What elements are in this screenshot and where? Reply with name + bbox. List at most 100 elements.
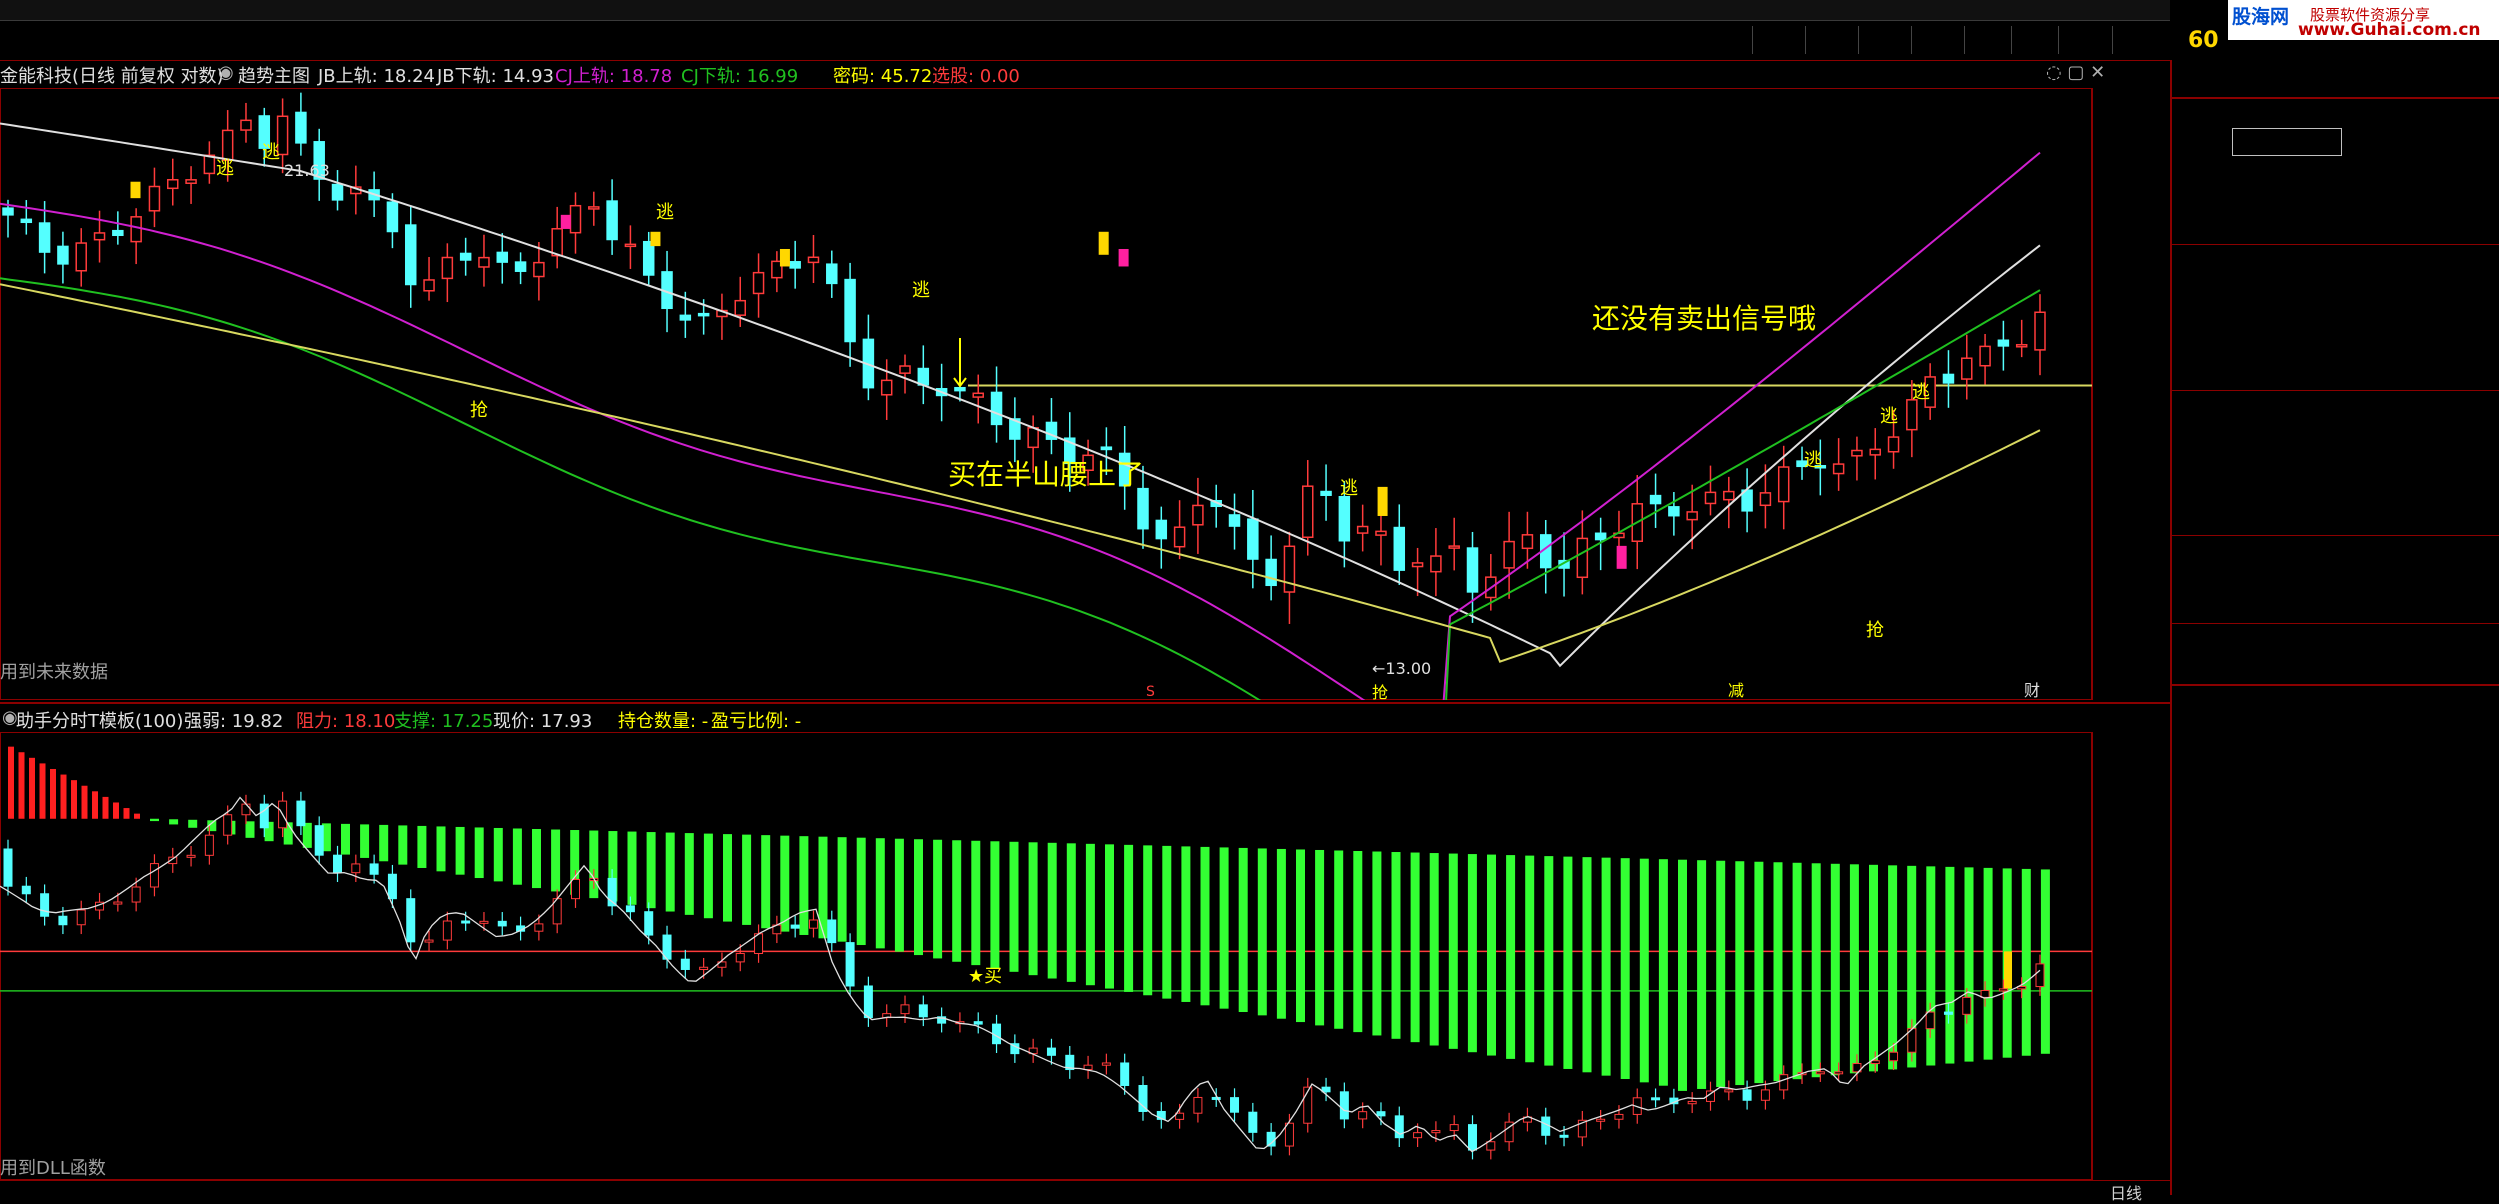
grab-label: 抢 [470,400,488,421]
candle-body [496,251,509,263]
toolbar-button[interactable] [1752,26,1765,54]
pick-value: 选股: 0.00 [932,66,1020,87]
toolbar-button[interactable] [1911,26,1924,54]
sub-candle-body [973,1021,983,1025]
candle-body [1155,519,1168,540]
candle-body [1832,463,1845,475]
candle-body [185,179,197,184]
signal-candle [560,214,571,229]
sub-candle-body [461,920,471,924]
green-histogram-bar [245,821,255,838]
tick-row [2180,1144,2499,1173]
jb-up: JB上轨: 18.24 [318,66,435,87]
candle-body [1173,526,1186,548]
green-histogram-bar [2040,869,2050,1054]
candle-body [972,392,984,398]
settings-icon[interactable]: ◉ [218,62,234,83]
candle-body [1265,558,1277,587]
green-histogram-bar [1811,863,1821,1078]
position-value: 持仓数量: - [618,711,709,732]
green-histogram-bar [341,823,350,855]
candle-body [1448,545,1460,549]
green-histogram-bar [1009,841,1019,972]
green-histogram-bar [1678,859,1687,1091]
sub-candle-body [1083,1064,1093,1071]
green-histogram-bar [1506,855,1516,1059]
candle-body [1320,490,1332,496]
green-histogram-bar [1219,847,1229,1009]
sub-candle-body [1193,1096,1203,1114]
red-histogram-bar [81,785,88,819]
toolbar-button[interactable] [2058,26,2071,54]
signal-candle [1377,486,1388,516]
toolbar-button[interactable] [1964,26,1977,54]
candle-body [588,206,600,210]
sub-candle-body [1230,1097,1240,1113]
candle-body [221,129,234,162]
sub-indicator-title[interactable]: 助手分时T模板(100) [16,707,183,733]
sub-candle-body [1596,1118,1606,1122]
candle-body [459,252,472,261]
green-histogram-bar [1467,854,1477,1053]
toolbar-button[interactable] [2011,26,2024,54]
green-histogram-bar [1620,858,1630,1080]
green-histogram-bar [551,829,561,892]
candle-body [423,279,435,292]
candle-body [1228,514,1241,527]
green-histogram-bar [856,837,866,946]
sub-candle-body [387,873,397,900]
green-histogram-bar [1429,853,1439,1046]
toolbar-button[interactable] [1858,26,1871,54]
candle-body [441,256,454,280]
candle-body [148,185,161,212]
signal-candle [1098,231,1109,255]
toolbar-button[interactable] [2112,26,2125,54]
green-histogram-bar [1697,860,1707,1089]
green-histogram-bar [150,818,159,822]
escape-label: 逃 [1340,478,1358,499]
green-histogram-bar [1658,859,1668,1086]
jb-down: JB下轨: 14.93 [437,66,554,87]
sub-indicator-chart: ★买用到DLL函数 [0,732,2093,1180]
green-histogram-bar [971,840,981,966]
window-icons[interactable]: ◌ ▢ ✕ [2046,62,2105,83]
green-histogram-bar [1735,861,1745,1086]
tick-row [2180,795,2499,824]
sub-candle-body [223,814,233,836]
candle-body [295,111,307,144]
green-histogram-bar [169,819,179,825]
tick-row [2180,876,2499,905]
sub-candle-body [1101,1062,1111,1066]
guhai-logo: 股海网 股票软件资源分享 www.Guhai.com.cn [2228,0,2499,40]
escape-label: 逃 [656,202,674,223]
candle-body [1576,537,1589,579]
toolbar-button[interactable] [1805,26,1818,54]
green-histogram-bar [1066,843,1076,982]
green-histogram-bar [894,838,904,952]
green-histogram-bar [933,839,943,959]
sub-candle-body [21,885,31,895]
candle-body [917,367,930,386]
green-histogram-bar [1792,862,1802,1080]
sub-candle-body [1614,1113,1624,1120]
sub-candle-body [241,803,251,816]
red-histogram-bar [18,752,25,819]
green-histogram-bar [1926,866,1936,1066]
candle-body [1942,373,1955,384]
escape-label: 逃 [912,280,930,301]
green-histogram-bar [1105,844,1114,989]
sub-candle-body [1486,1141,1496,1151]
green-histogram-bar [1487,854,1496,1056]
sub-candle-body [1889,1051,1899,1062]
indicator-name[interactable]: 趋势主图 [238,62,310,88]
green-histogram-bar [1181,846,1191,1002]
red-histogram-bar [50,768,56,819]
green-histogram-bar [1143,845,1153,996]
candle-body [1137,487,1149,530]
sub-candle-body [40,893,50,917]
green-histogram-bar [1372,851,1382,1036]
sub-candle-body [790,924,800,929]
sub-candle-body [1248,1111,1258,1133]
green-histogram-bar [627,831,637,905]
green-histogram-bar [1716,860,1726,1088]
